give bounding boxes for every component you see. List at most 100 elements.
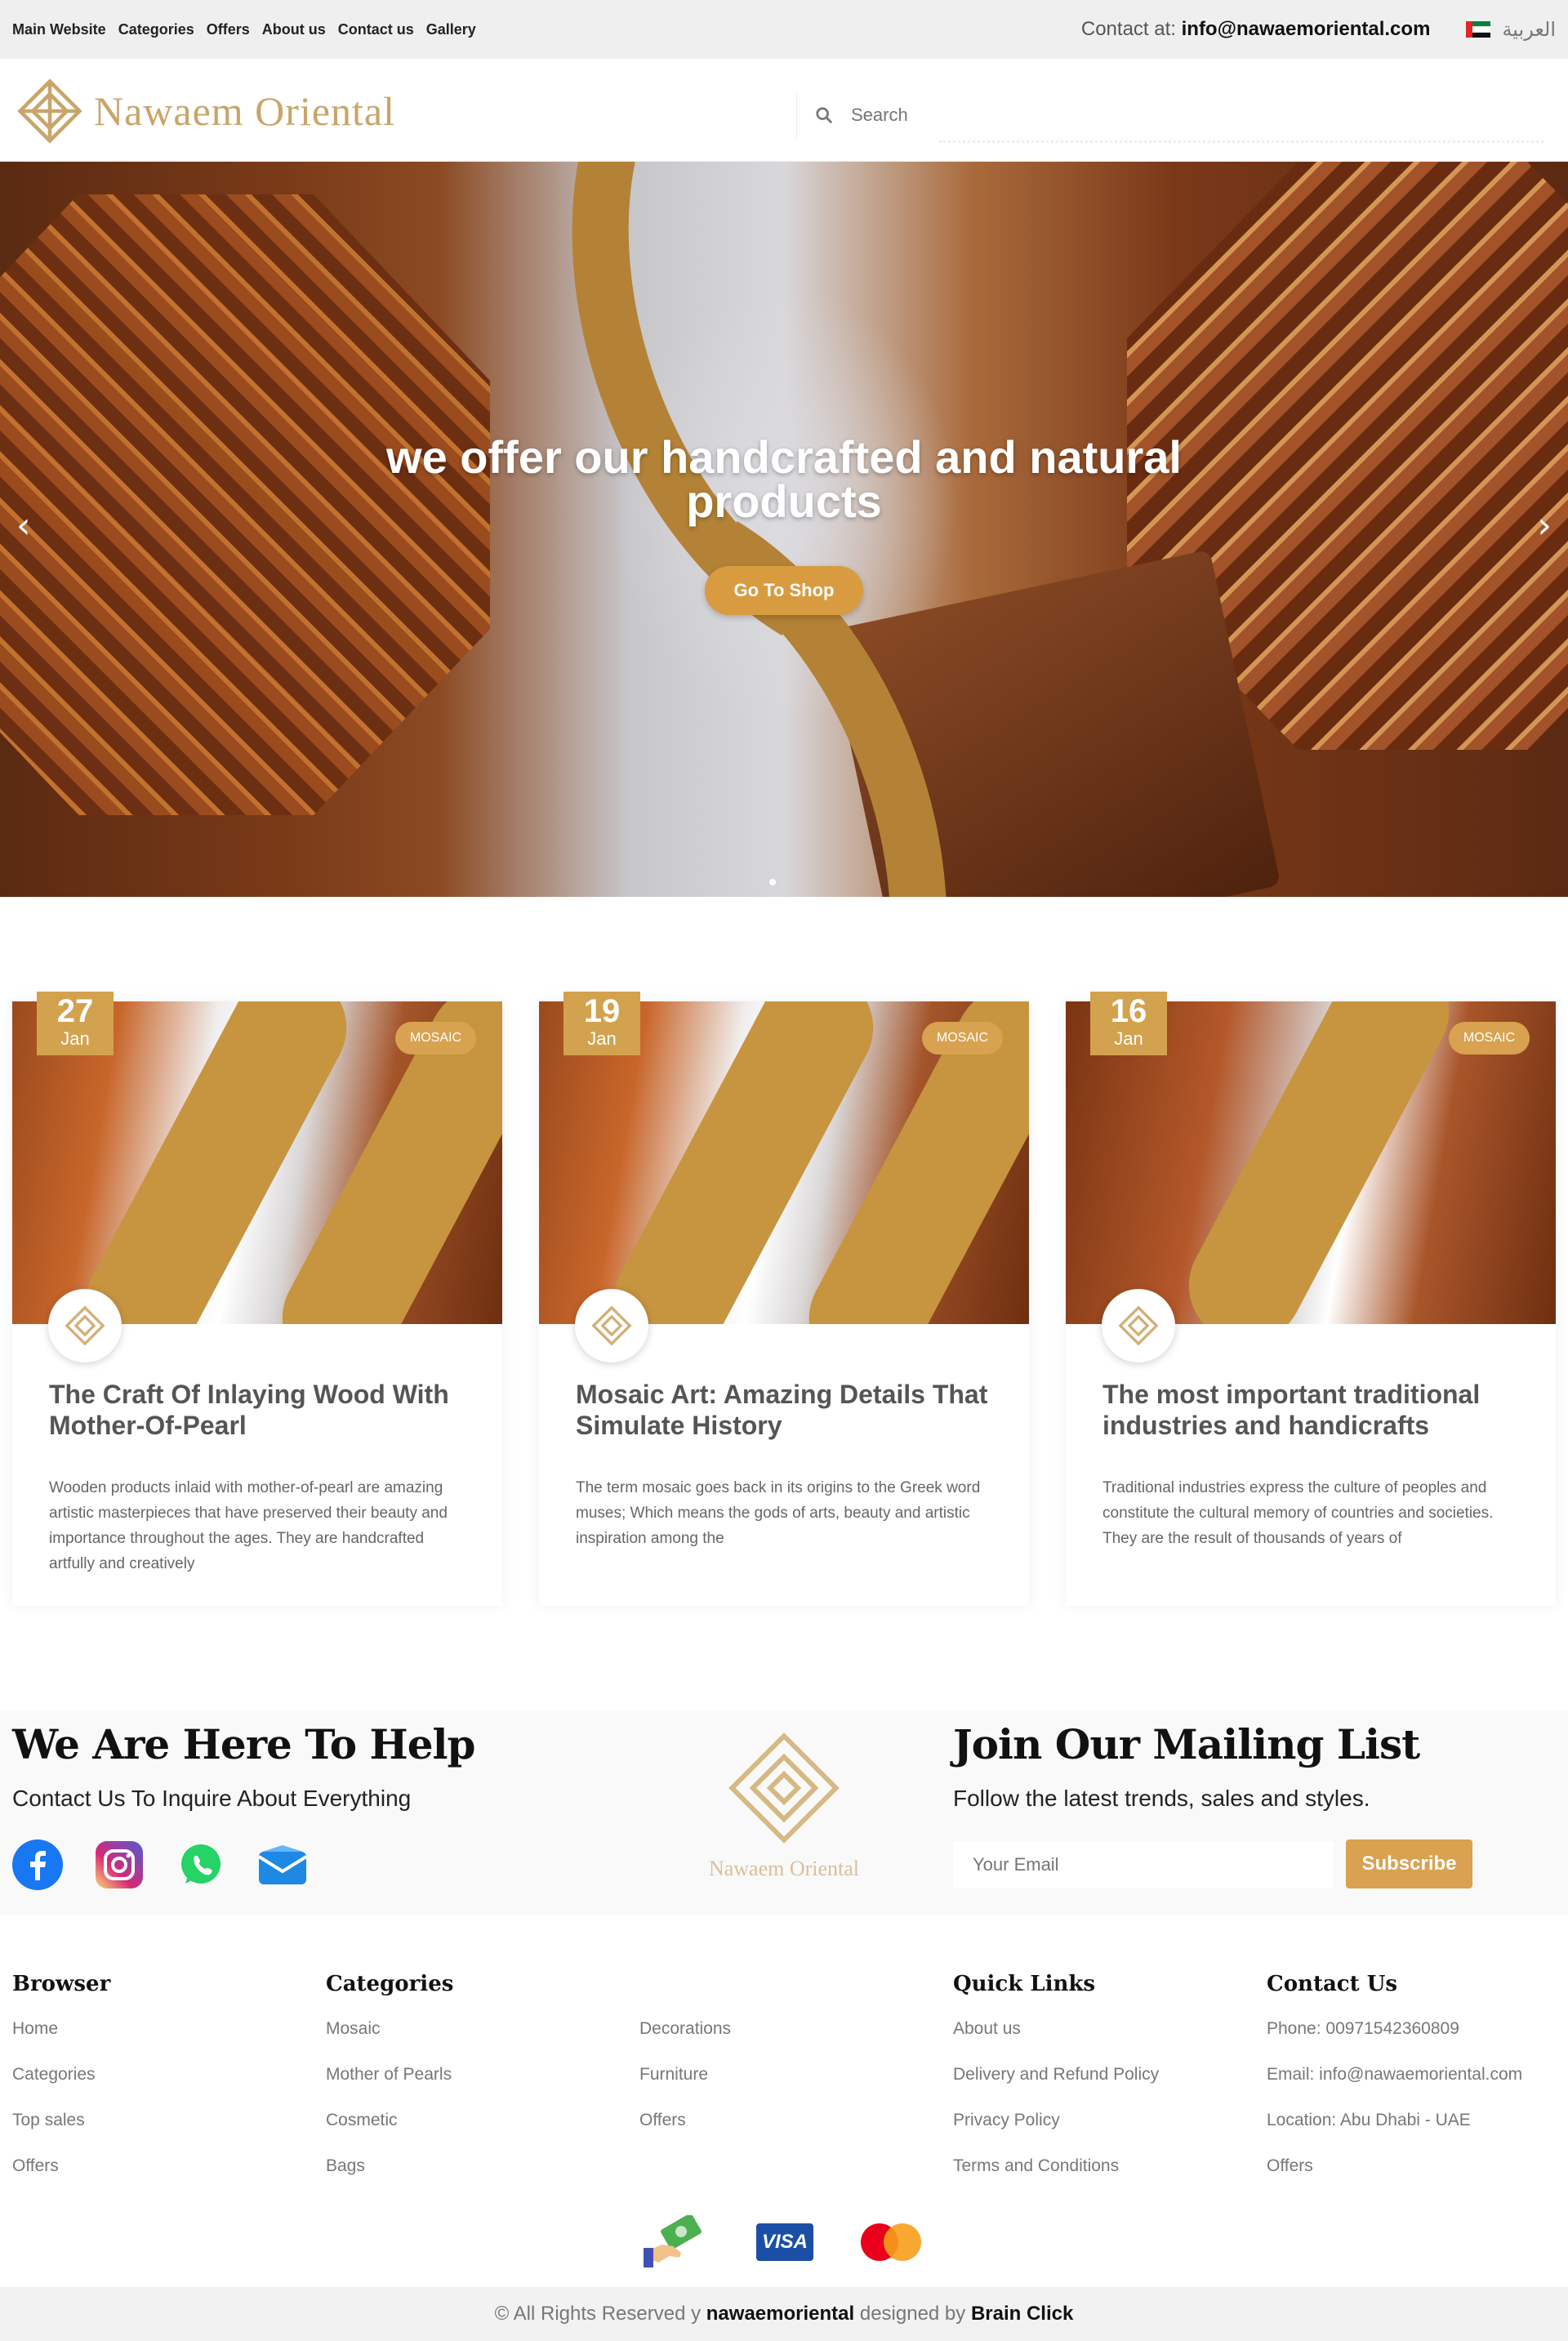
uae-flag-icon [1466,21,1491,38]
social-links [12,1839,308,1890]
nav-main-website[interactable]: Main Website [12,21,106,38]
footer-contact-column: Contact Us Phone: 00971542360809 Email: … [1267,1972,1522,2202]
footer-link-delivery-refund[interactable]: Delivery and Refund Policy [953,2065,1159,2111]
footer-link-bags[interactable]: Bags [326,2156,453,2202]
footer-link-mother-of-pearls[interactable]: Mother of Pearls [326,2065,453,2111]
footer-link-offers[interactable]: Offers [12,2156,110,2202]
hero-title: we offer our handcrafted and natural pro… [0,435,1568,524]
subscribe-button[interactable]: Subscribe [1346,1839,1472,1888]
footer-link-furniture[interactable]: Furniture [639,2065,731,2111]
nav-gallery[interactable]: Gallery [426,21,476,38]
post-category-tag[interactable]: MOSAIC [394,1022,476,1055]
help-section: We Are Here To Help Contact Us To Inquir… [0,1710,1568,1915]
search-input[interactable] [851,105,1341,126]
mastercard-icon [861,2223,921,2261]
footer-email[interactable]: Email: info@nawaemoriental.com [1267,2065,1522,2111]
cash-payment-icon [644,2215,702,2267]
mailing-subtitle: Follow the latest trends, sales and styl… [953,1786,1370,1811]
whatsapp-icon[interactable] [176,1839,226,1890]
go-to-shop-button[interactable]: Go To Shop [705,566,863,615]
footer-heading: Categories [326,1972,454,1996]
logo-emblem-icon [591,1305,632,1346]
post-day: 19 [583,993,621,1029]
footer-link-offers[interactable]: Offers [639,2111,731,2156]
header: Nawaem Oriental [0,59,1568,162]
footer-quick-links-column: Quick Links About us Delivery and Refund… [953,1972,1159,2202]
nav-contact-us[interactable]: Contact us [338,21,414,38]
footer-link-privacy-policy[interactable]: Privacy Policy [953,2111,1159,2156]
footer-logo-text: Nawaem Oriental [708,1857,860,1880]
post-card[interactable]: 19 Jan MOSAIC Mosaic Art: Amazing Detail… [539,992,1029,1606]
post-category-tag[interactable]: MOSAIC [1448,1022,1530,1055]
footer-link-cosmetic[interactable]: Cosmetic [326,2111,453,2156]
footer-link-home[interactable]: Home [12,2019,110,2065]
logo-emblem-icon [1118,1305,1159,1346]
footer-link-terms[interactable]: Terms and Conditions [953,2156,1159,2202]
post-month: Jan [60,1028,90,1049]
footer-categories-column: Categories Mosaic Mother of Pearls Cosme… [326,1972,453,2202]
nav-categories[interactable]: Categories [118,21,194,38]
site-logo[interactable]: Nawaem Oriental [12,74,395,149]
post-day: 16 [1110,993,1147,1029]
logo-text: Nawaem Oriental [94,88,396,134]
designer-link[interactable]: Brain Click [971,2303,1073,2325]
help-title: We Are Here To Help [12,1720,475,1768]
author-avatar [48,1289,122,1362]
post-month: Jan [587,1028,617,1049]
post-card[interactable]: 16 Jan MOSAIC The most important traditi… [1066,992,1556,1606]
nav-offers[interactable]: Offers [207,21,250,38]
logo-emblem-icon [728,1732,840,1844]
footer-location: Location: Abu Dhabi - UAE [1267,2111,1471,2129]
post-month: Jan [1114,1028,1143,1049]
top-right: Contact at: info@nawaemoriental.com العر… [1081,18,1556,41]
footer-link-decorations[interactable]: Decorations [639,2019,731,2065]
logo-emblem-icon [65,1305,105,1346]
language-switch[interactable]: العربية [1466,18,1556,41]
logo-emblem-icon [17,78,82,144]
contact-email-text: Contact at: info@nawaemoriental.com [1081,18,1431,41]
author-avatar [575,1289,648,1362]
contact-email[interactable]: info@nawaemoriental.com [1182,18,1431,40]
footer-link-mosaic[interactable]: Mosaic [326,2019,453,2065]
payment-methods: VISA [644,2215,921,2269]
post-date-badge: 19 Jan [564,992,640,1055]
search-bar [796,91,1539,139]
post-card[interactable]: 27 Jan MOSAIC The Craft Of Inlaying Wood… [12,992,502,1606]
hero-slider: ‹ › we offer our handcrafted and natural… [0,162,1568,897]
post-category-tag[interactable]: MOSAIC [921,1022,1003,1055]
post-excerpt: The term mosaic goes back in its origins… [576,1479,981,1547]
search-icon[interactable] [815,106,833,124]
mailing-title: Join Our Mailing List [953,1720,1420,1768]
footer-heading: Quick Links [953,1972,1096,1996]
post-day: 27 [56,993,94,1029]
top-bar: Main Website Categories Offers About us … [0,0,1568,59]
post-date-badge: 16 Jan [1090,992,1167,1055]
footer-link-top-sales[interactable]: Top sales [12,2111,110,2156]
post-title[interactable]: Mosaic Art: Amazing Details That Simulat… [576,1379,1000,1441]
footer-heading: Browser [12,1972,111,1996]
post-title[interactable]: The most important traditional industrie… [1102,1379,1527,1441]
language-label: العربية [1502,18,1556,41]
copyright-bar: © All Rights Reserved y nawaemoriental d… [0,2287,1568,2341]
footer-categories-column-2: Decorations Furniture Offers [639,1972,731,2156]
copyright-middle: designed by [854,2303,971,2325]
email-icon[interactable] [257,1839,308,1890]
footer-browser-column: Browser Home Categories Top sales Offers [12,1972,110,2202]
footer-phone[interactable]: Phone: 00971542360809 [1267,2019,1522,2065]
post-title[interactable]: The Craft Of Inlaying Wood With Mother-O… [49,1379,474,1441]
footer-link-categories[interactable]: Categories [12,2065,110,2111]
facebook-icon[interactable] [12,1839,63,1890]
slider-dot[interactable] [769,879,776,885]
author-avatar [1102,1289,1175,1362]
copyright-brand[interactable]: nawaemoriental [706,2303,854,2325]
visa-icon: VISA [756,2223,813,2261]
nav-about-us[interactable]: About us [262,21,326,38]
email-field[interactable] [953,1841,1334,1888]
post-excerpt: Wooden products inlaid with mother-of-pe… [49,1479,448,1572]
instagram-icon[interactable] [94,1839,145,1890]
footer-link-about-us[interactable]: About us [953,2019,1159,2065]
post-excerpt: Traditional industries express the cultu… [1102,1479,1494,1547]
footer-link-offers[interactable]: Offers [1267,2156,1522,2202]
footer-heading: Contact Us [1267,1972,1397,1996]
hero-title-line2: products [686,475,882,527]
